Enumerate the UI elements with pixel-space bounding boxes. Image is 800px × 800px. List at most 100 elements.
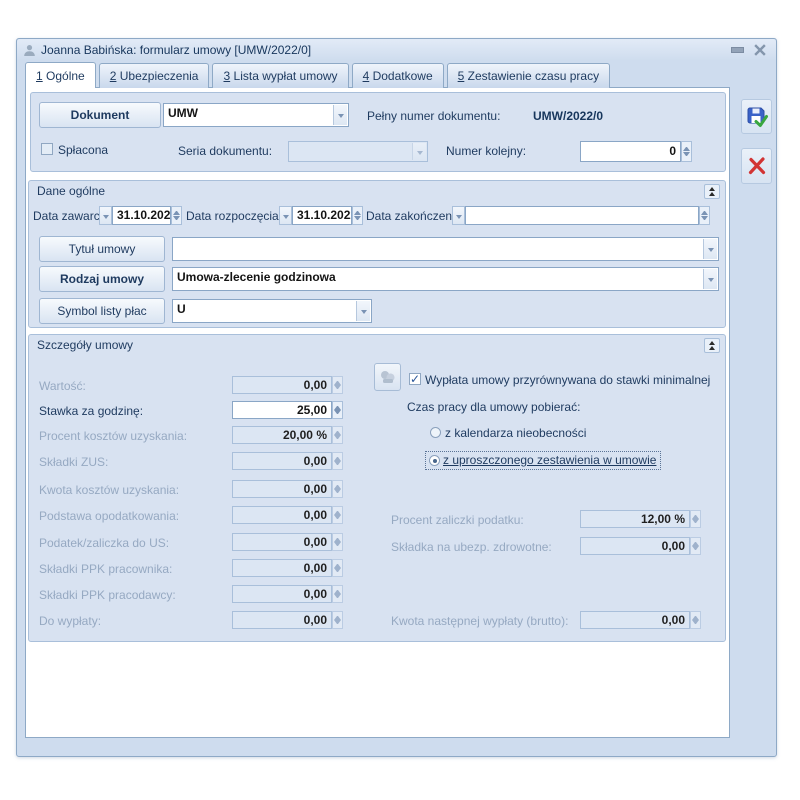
podatek-spinner [332,533,343,551]
numer-kolejny-spinner[interactable] [681,141,692,162]
symbol-listy-plac-combo[interactable]: U [172,299,372,323]
szczegoly-umowy-title: Szczegóły umowy [37,338,133,352]
chevron-down-icon[interactable] [703,269,717,289]
do-wyplaty-input: 0,00 [232,611,332,629]
radio-uproszczone-label: z uproszczonego zestawienia w umowie [443,453,656,467]
kwota-nastepnej-spinner [690,611,701,629]
titlebar[interactable]: Joanna Babińska: formularz umowy [UMW/20… [17,39,776,61]
skladki-zus-input: 0,00 [232,452,332,470]
double-chevron-up-icon [709,187,716,197]
contract-form-window: Joanna Babińska: formularz umowy [UMW/20… [16,38,777,757]
rodzaj-umowy-button[interactable]: Rodzaj umowy [39,266,165,292]
data-rozpoczecia-spinner[interactable] [352,206,363,225]
podstawa-spinner [332,506,343,524]
radio-uproszczone[interactable] [429,455,440,466]
data-rozpoczecia-calendar-dropdown[interactable] [279,206,292,225]
collapse-button[interactable] [704,338,720,353]
minimize-icon[interactable] [731,43,742,56]
cancel-button[interactable] [741,148,772,184]
numer-kolejny-label: Numer kolejny: [446,144,526,158]
czas-pracy-label: Czas pracy dla umowy pobierać: [407,400,580,414]
radio-uproszczone-group[interactable]: z uproszczonego zestawienia w umowie [425,451,661,470]
double-chevron-up-icon [709,341,716,351]
tab-ogolne[interactable]: 1 Ogólne [25,62,96,88]
stawka-spinner[interactable] [332,401,343,419]
kwota-nastepnej-input: 0,00 [580,611,690,629]
podstawa-input: 0,00 [232,506,332,524]
data-zakonczenia-label: Data zakończenia: [366,209,465,223]
ppk-pracodawcy-spinner [332,585,343,603]
wyplata-minimalna-label: Wypłata umowy przyrównywana do stawki mi… [425,373,710,387]
dokument-schema-combo[interactable]: UMW [163,103,349,127]
do-wyplaty-label: Do wypłaty: [39,614,101,628]
kwota-kosztow-input: 0,00 [232,480,332,498]
data-zakonczenia-spinner[interactable] [699,206,710,225]
chevron-down-icon[interactable] [356,301,370,321]
chevron-down-icon[interactable] [703,239,717,259]
wartosc-input: 0,00 [232,376,332,394]
tytul-umowy-button[interactable]: Tytuł umowy [39,236,165,262]
pelny-numer-value: UMW/2022/0 [533,109,603,123]
symbol-listy-plac-button[interactable]: Symbol listy płac [39,298,165,324]
data-zawarcia-spinner[interactable] [171,206,182,225]
ppk-pracodawcy-input: 0,00 [232,585,332,603]
podatek-input: 0,00 [232,533,332,551]
save-floppy-icon [744,104,769,129]
szczegoly-umowy-group: Szczegóły umowy Wartość: 0,00 Stawka za … [28,334,726,642]
stawka-label: Stawka za godzinę: [39,404,143,418]
seria-label: Seria dokumentu: [178,144,272,158]
tab-dodatkowe[interactable]: 4 Dodatkowe [352,63,444,88]
pelny-numer-label: Pełny numer dokumentu: [367,109,500,123]
save-button[interactable] [741,99,772,134]
kwota-kosztow-label: Kwota kosztów uzyskania: [39,483,179,497]
ppk-pracownika-label: Składki PPK pracownika: [39,562,172,576]
person-icon [23,44,36,57]
numer-kolejny-input[interactable]: 0 [580,141,681,162]
data-zakonczenia-calendar-dropdown[interactable] [452,206,465,225]
tab-zestawienie[interactable]: 5 Zestawienie czasu pracy [447,63,610,88]
procent-zaliczki-input: 12,00 % [580,510,690,528]
dane-ogolne-group: Dane ogólne Data zawarcia: 31.10.2022 Da… [28,180,726,328]
procent-kosztow-input: 20,00 % [232,426,332,444]
dane-ogolne-title: Dane ogólne [37,184,105,198]
coins-icon [379,368,397,386]
tab-lista-wyplat[interactable]: 3 Lista wypłat umowy [212,63,348,88]
rodzaj-umowy-combo[interactable]: Umowa-zlecenie godzinowa [172,267,719,291]
ppk-pracownika-input: 0,00 [232,559,332,577]
document-panel: Dokument UMW Pełny numer dokumentu: UMW/… [30,92,726,172]
ppk-pracodawcy-label: Składki PPK pracodawcy: [39,588,176,602]
procent-kosztow-label: Procent kosztów uzyskania: [39,429,187,443]
procent-kosztow-spinner [332,426,343,444]
skladka-zdrowotna-input: 0,00 [580,537,690,555]
tab-page-ogolne: Dokument UMW Pełny numer dokumentu: UMW/… [25,87,730,738]
skladki-zus-label: Składki ZUS: [39,455,108,469]
procent-zaliczki-spinner [690,510,701,528]
data-zawarcia-calendar-dropdown[interactable] [99,206,112,225]
podstawa-label: Podstawa opodatkowania: [39,509,179,523]
dokument-button[interactable]: Dokument [39,102,161,128]
wartosc-label: Wartość: [39,379,86,393]
tab-ubezpieczenia[interactable]: 2 Ubezpieczenia [99,63,210,88]
window-title: Joanna Babińska: formularz umowy [UMW/20… [41,43,311,57]
skladka-zdrowotna-spinner [690,537,701,555]
radio-kalendarz-label: z kalendarza nieobecności [445,426,586,440]
data-zawarcia-input[interactable]: 31.10.2022 [112,206,171,225]
skladki-zus-spinner [332,452,343,470]
collapse-button[interactable] [704,184,720,199]
radio-kalendarz[interactable] [430,427,441,438]
wyplata-minimalna-checkbox[interactable] [409,373,421,385]
seria-combo [288,141,428,162]
data-rozpoczecia-label: Data rozpoczęcia: [186,209,282,223]
splacona-label: Spłacona [58,143,108,157]
data-zakonczenia-input[interactable] [465,206,699,225]
splacona-checkbox[interactable] [41,143,53,155]
stawka-input[interactable]: 25,00 [232,401,332,419]
data-rozpoczecia-input[interactable]: 31.10.2022 [292,206,352,225]
chevron-down-icon[interactable] [333,105,347,125]
chevron-down-icon [412,143,426,160]
tytul-umowy-combo[interactable] [172,237,719,261]
kwota-nastepnej-label: Kwota następnej wypłaty (brutto): [391,614,568,628]
close-icon[interactable] [754,44,766,56]
skladka-zdrowotna-label: Składka na ubezp. zdrowotne: [391,540,552,554]
tab-strip: 1 Ogólne 2 Ubezpieczenia 3 Lista wypłat … [25,63,613,88]
